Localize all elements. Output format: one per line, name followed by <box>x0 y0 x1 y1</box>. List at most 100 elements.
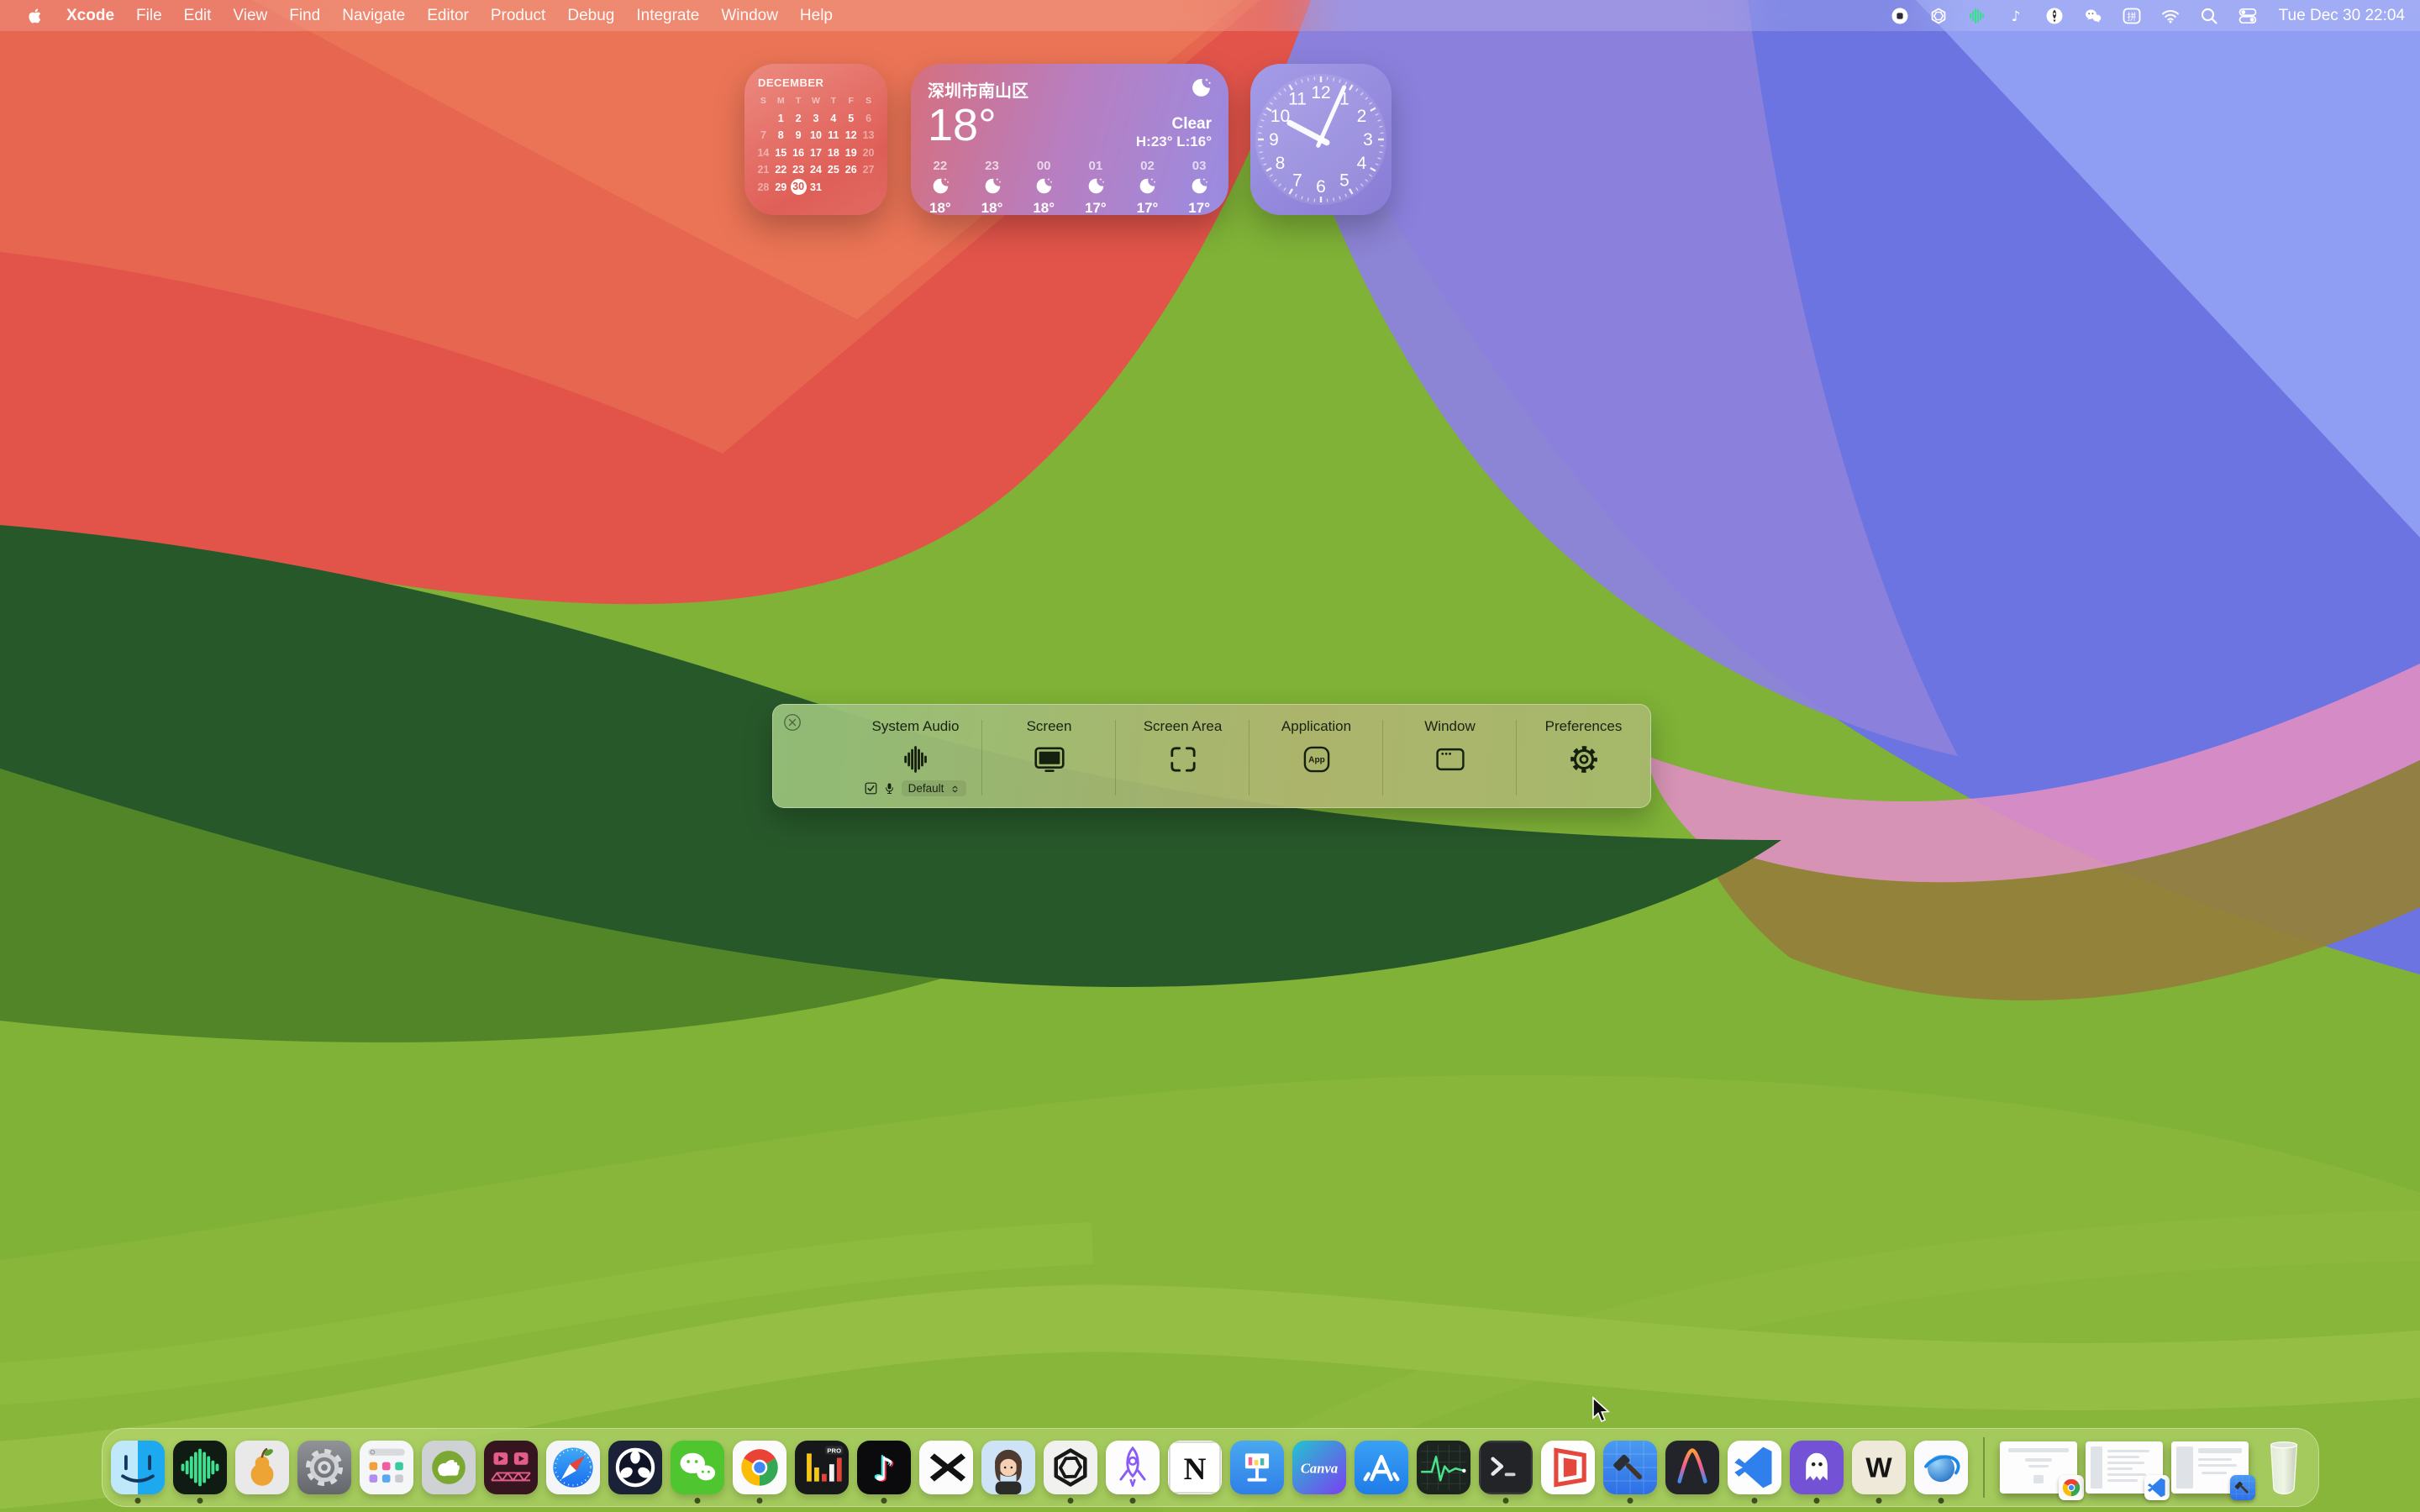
capture-option-preferences[interactable]: Preferences <box>1517 705 1650 807</box>
dock-item-launcher-app[interactable] <box>360 1441 413 1494</box>
dock-item-system-settings[interactable] <box>297 1441 351 1494</box>
capture-option-system-audio[interactable]: System Audio Default <box>849 705 982 807</box>
menu-item-window[interactable]: Window <box>710 0 789 31</box>
running-indicator <box>1751 1498 1757 1504</box>
weather-widget[interactable]: 深圳市南山区 18° Clear H:23° L:16° 22 18°23 18… <box>911 64 1228 215</box>
audio-device-select[interactable]: Default <box>902 780 967 796</box>
dock-item-wechat[interactable] <box>671 1441 724 1494</box>
wechat-status-icon[interactable] <box>2083 6 2103 26</box>
dock-item-google-chrome[interactable] <box>733 1441 786 1494</box>
record-status-icon[interactable] <box>1890 6 1910 26</box>
weather-hourly-forecast: 22 18°23 18°00 18°01 17°02 17°03 17° <box>911 150 1228 215</box>
menu-bar-right: ♪ 拼 Tue Dec 30 22:04 <box>1881 6 2420 26</box>
dock-item-xcode-dock[interactable] <box>1603 1441 1657 1494</box>
dock-item-notion[interactable]: N <box>1168 1441 1222 1494</box>
dock-item-video-downloader-app[interactable] <box>484 1441 538 1494</box>
capture-option-screen[interactable]: Screen <box>982 705 1116 807</box>
dock-item-rocket-launcher-app[interactable] <box>1106 1441 1160 1494</box>
calendar-widget[interactable]: DECEMBER SMTWTFS123456789101112131415161… <box>744 64 887 215</box>
dock-item-chatgpt[interactable] <box>1044 1441 1097 1494</box>
tiktok-status-icon[interactable]: ♪ <box>2006 6 2026 26</box>
calendar-day: 4 <box>824 110 842 128</box>
menu-item-edit[interactable]: Edit <box>173 0 223 31</box>
capture-option-application[interactable]: Application App <box>1249 705 1383 807</box>
dock-item-browser-swirl-app[interactable] <box>1914 1441 1968 1494</box>
chatgpt-status-icon[interactable] <box>1928 6 1949 26</box>
dock-item-analytics-pro-app[interactable]: PRO <box>795 1441 849 1494</box>
hour-temp: 18° <box>1033 200 1055 215</box>
dock-item-audio-waveform-app[interactable] <box>173 1441 227 1494</box>
calendar-day-header: M <box>772 92 790 110</box>
dock-item-system-monitor-app[interactable] <box>1417 1441 1470 1494</box>
dock-item-capcut[interactable] <box>919 1441 973 1494</box>
menu-item-find[interactable]: Find <box>278 0 331 31</box>
status-icon-tray: ♪ 拼 <box>1881 6 2267 26</box>
apple-menu-icon[interactable] <box>15 0 55 31</box>
dock-item-minimized-window-vscode[interactable] <box>2086 1441 2163 1494</box>
dock-item-terminal-app[interactable] <box>1479 1441 1533 1494</box>
menu-item-help[interactable]: Help <box>789 0 844 31</box>
svg-text:7: 7 <box>1292 171 1302 190</box>
calendar-day-header: S <box>860 92 877 110</box>
menu-item-product[interactable]: Product <box>480 0 556 31</box>
calendar-day-header: F <box>842 92 860 110</box>
vscode-badge-icon <box>2144 1475 2170 1500</box>
dock-item-avatar-app[interactable] <box>981 1441 1035 1494</box>
xcode-badge-icon <box>2230 1475 2255 1500</box>
analog-clock-widget[interactable]: 123456789101112 <box>1250 64 1392 215</box>
dock-item-tiktok[interactable]: ♪ ♪ ♪ <box>857 1441 911 1494</box>
calendar-day: 12 <box>842 127 860 144</box>
dock-item-keynote[interactable] <box>1230 1441 1284 1494</box>
hour-label: 00 <box>1037 159 1051 173</box>
running-indicator <box>756 1498 762 1504</box>
menu-item-file[interactable]: File <box>125 0 173 31</box>
dock-item-minimized-window-chrome[interactable] <box>2000 1441 2077 1494</box>
dock-item-finder[interactable] <box>111 1441 165 1494</box>
menu-item-view[interactable]: View <box>222 0 278 31</box>
rocket-status-icon[interactable] <box>2044 6 2065 26</box>
menu-list: FileEditViewFindNavigateEditorProductDeb… <box>125 0 844 31</box>
menu-item-debug[interactable]: Debug <box>556 0 625 31</box>
svg-text:PRO: PRO <box>827 1446 841 1454</box>
calendar-day: 31 <box>808 179 825 197</box>
dock-item-pear-app[interactable] <box>235 1441 289 1494</box>
dock-item-obs-studio[interactable] <box>608 1441 662 1494</box>
capture-toolbar-sections: System Audio Default Screen Screen Area … <box>849 705 1650 807</box>
dock-item-app-store[interactable] <box>1355 1441 1408 1494</box>
dock-item-gradient-a-app[interactable] <box>1665 1441 1719 1494</box>
svg-text:11: 11 <box>1288 90 1307 109</box>
calendar-day <box>842 179 860 197</box>
running-indicator <box>1813 1498 1819 1504</box>
calendar-day: 15 <box>772 144 790 162</box>
dock-item-red-frame-app[interactable] <box>1541 1441 1595 1494</box>
svg-text:♪: ♪ <box>2011 8 2020 25</box>
dock-item-w-terminal-app[interactable]: W <box>1852 1441 1906 1494</box>
svg-text:3: 3 <box>1363 130 1373 150</box>
calendar-day: 6 <box>860 110 877 128</box>
dock-item-trash[interactable] <box>2257 1436 2311 1499</box>
dock-item-vscode[interactable] <box>1728 1441 1781 1494</box>
dock-item-cloud-sync-app[interactable] <box>422 1441 476 1494</box>
calendar-day <box>755 110 772 128</box>
menu-item-navigate[interactable]: Navigate <box>331 0 416 31</box>
dock-item-ghostty[interactable] <box>1790 1441 1844 1494</box>
spotlight-search-icon[interactable] <box>2199 6 2219 26</box>
menu-item-editor[interactable]: Editor <box>416 0 480 31</box>
app-menu[interactable]: Xcode <box>55 0 125 31</box>
calendar-day-header: T <box>790 92 808 110</box>
running-indicator <box>197 1498 203 1504</box>
capture-option-screen-area[interactable]: Screen Area <box>1116 705 1249 807</box>
microphone-checkbox[interactable] <box>865 782 877 795</box>
dock-item-canva[interactable]: Canva <box>1292 1441 1346 1494</box>
audio-waveform-status-icon[interactable] <box>1967 6 1987 26</box>
svg-text:9: 9 <box>1269 130 1279 150</box>
control-center-icon[interactable] <box>2238 6 2258 26</box>
close-icon[interactable] <box>783 713 802 732</box>
dock-item-safari[interactable] <box>546 1441 600 1494</box>
dock-item-minimized-window-xcode[interactable] <box>2171 1441 2249 1494</box>
wifi-icon[interactable] <box>2160 6 2181 26</box>
pinyin-input-icon[interactable]: 拼 <box>2122 6 2142 26</box>
capture-option-window[interactable]: Window <box>1383 705 1517 807</box>
menu-bar-clock[interactable]: Tue Dec 30 22:04 <box>2279 7 2405 25</box>
menu-item-integrate[interactable]: Integrate <box>625 0 710 31</box>
